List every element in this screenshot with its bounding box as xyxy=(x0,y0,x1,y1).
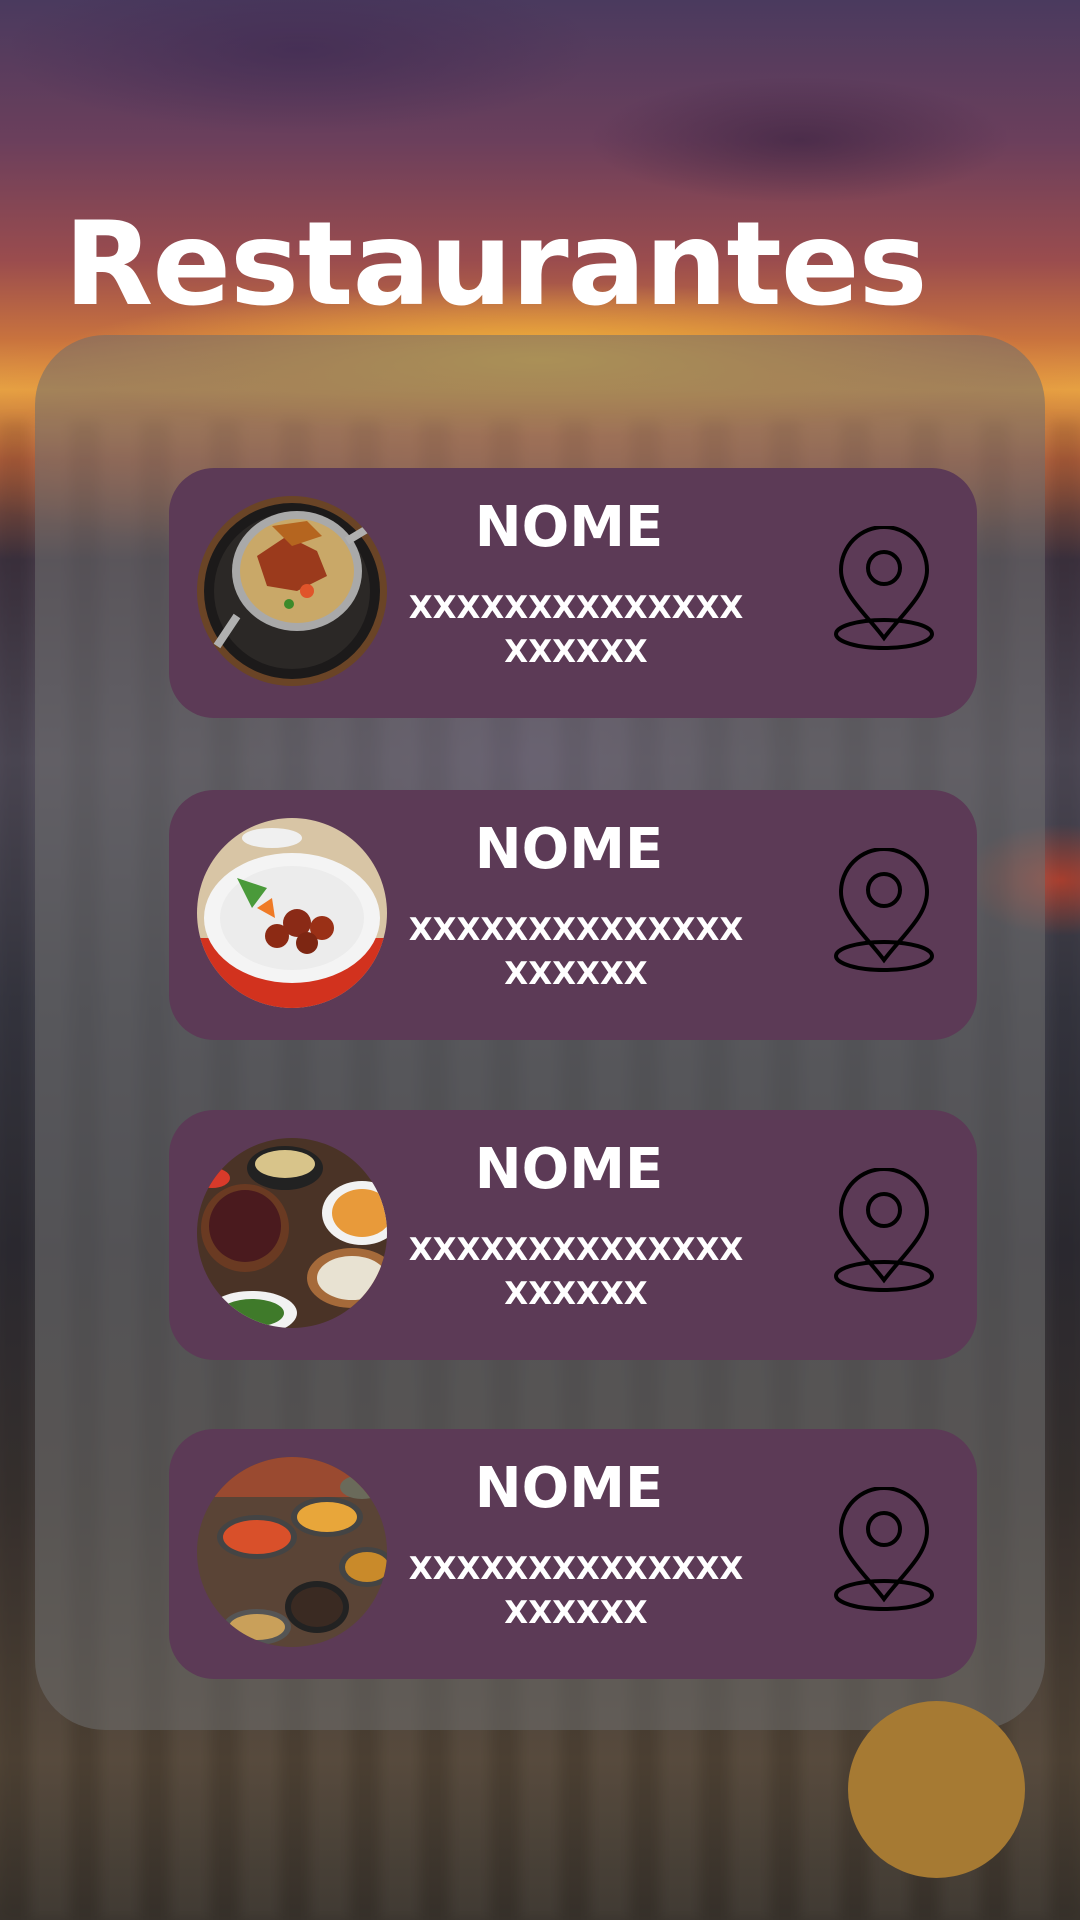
restaurant-name: NOME xyxy=(474,1456,664,1521)
floating-action-button[interactable] xyxy=(848,1701,1025,1878)
restaurant-card[interactable]: NOME XXXXXXXXXXXXXXXXXXXX xyxy=(169,1429,977,1679)
restaurant-name: NOME xyxy=(474,817,664,882)
restaurant-photo xyxy=(197,496,387,686)
restaurant-address: XXXXXXXXXXXXXXXXXXXX xyxy=(408,1551,744,1631)
restaurant-address: XXXXXXXXXXXXXXXXXXXX xyxy=(408,590,744,670)
restaurant-card[interactable]: NOME XXXXXXXXXXXXXXXXXXXX xyxy=(169,1110,977,1360)
page-title: Restaurantes xyxy=(64,197,928,332)
location-pin-icon[interactable] xyxy=(831,1168,937,1296)
restaurant-photo xyxy=(197,818,387,1008)
restaurant-name: NOME xyxy=(474,495,664,560)
location-pin-icon[interactable] xyxy=(831,526,937,654)
restaurant-photo xyxy=(197,1457,387,1647)
restaurant-address: XXXXXXXXXXXXXXXXXXXX xyxy=(408,1232,744,1312)
restaurant-name: NOME xyxy=(474,1137,664,1202)
restaurant-address: XXXXXXXXXXXXXXXXXXXX xyxy=(408,912,744,992)
restaurant-photo xyxy=(197,1138,387,1328)
restaurant-list-panel[interactable]: NOME XXXXXXXXXXXXXXXXXXXX NOME XXXXXXXXX… xyxy=(35,335,1045,1730)
location-pin-icon[interactable] xyxy=(831,1487,937,1615)
restaurant-card[interactable]: NOME XXXXXXXXXXXXXXXXXXXX xyxy=(169,790,977,1040)
restaurant-card[interactable]: NOME XXXXXXXXXXXXXXXXXXXX xyxy=(169,468,977,718)
location-pin-icon[interactable] xyxy=(831,848,937,976)
